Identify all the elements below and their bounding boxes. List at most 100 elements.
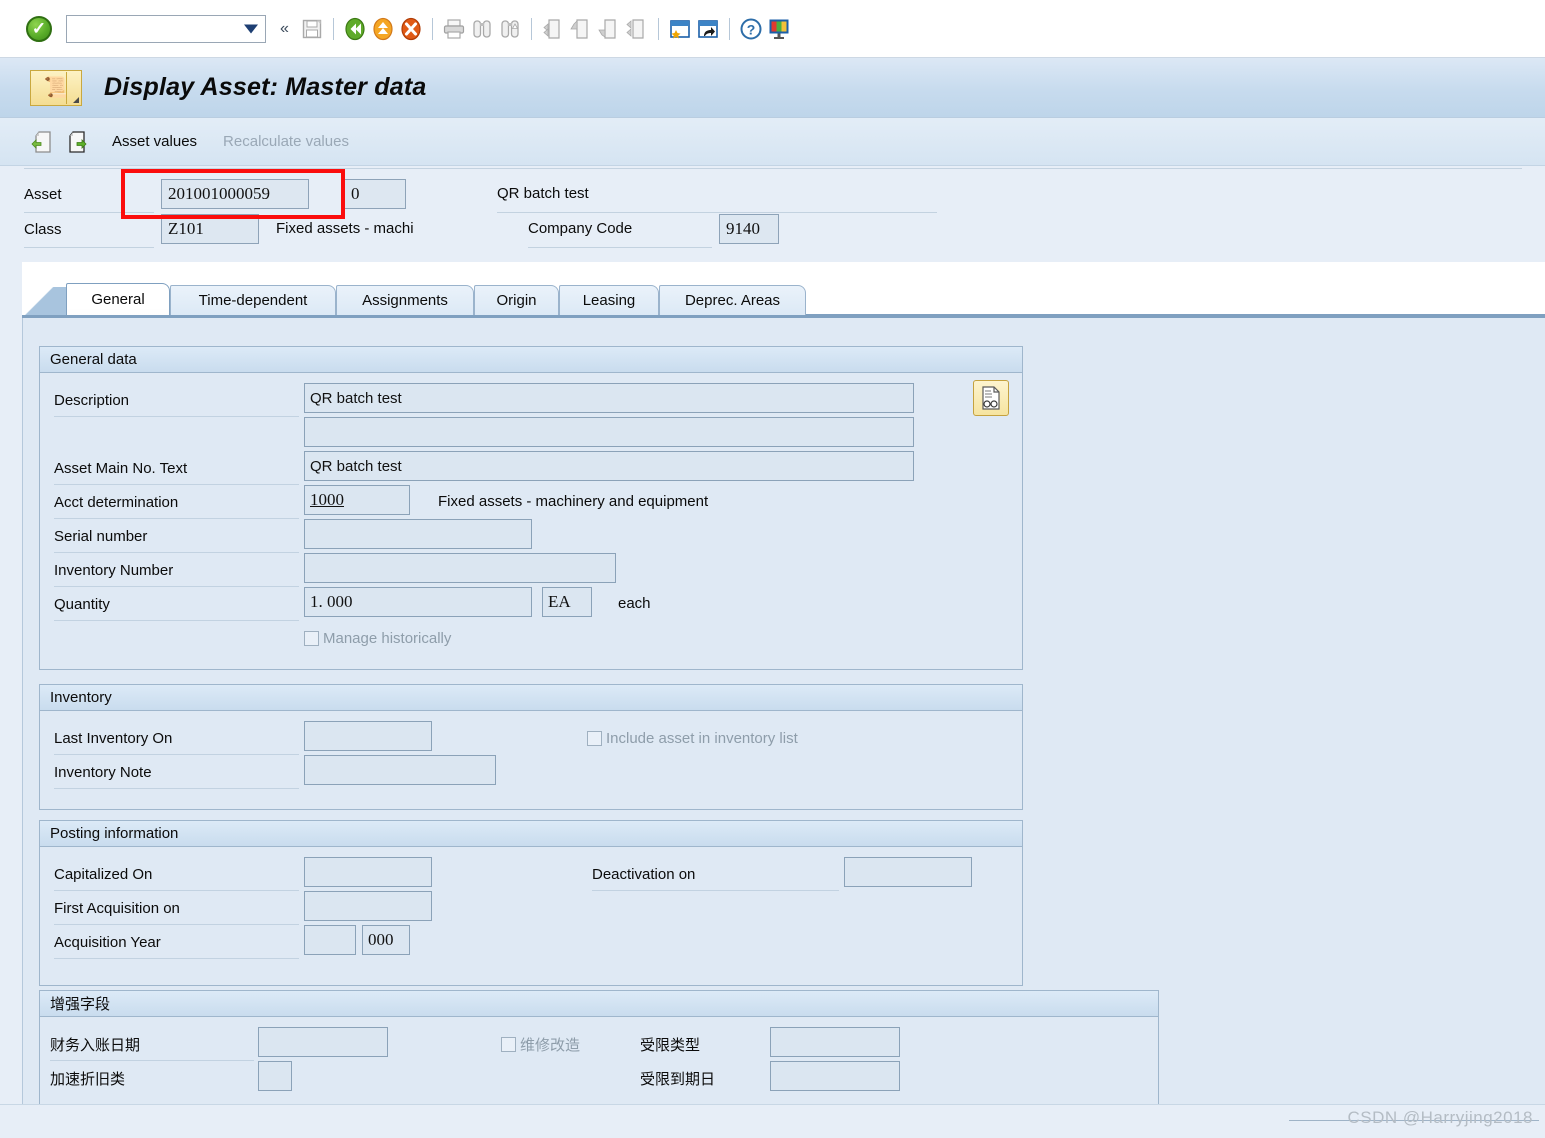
asset-values-button[interactable]: Asset values	[112, 133, 197, 150]
asset-main-no-text-input[interactable]: QR batch test	[304, 451, 914, 481]
restricted-type-row: 受限类型	[640, 1029, 700, 1059]
quantity-input[interactable]: 1. 000	[304, 587, 532, 617]
enter-check-icon[interactable]: ✓	[26, 15, 52, 42]
enhancement-group-title: 增强字段	[40, 991, 1158, 1017]
acquisition-year-row: Acquisition Year	[54, 927, 161, 957]
tab-deprec-areas[interactable]: Deprec. Areas	[659, 285, 806, 315]
tab-general[interactable]: General	[66, 283, 170, 315]
tab-time-dependent[interactable]: Time-dependent	[170, 285, 336, 315]
include-asset-checkbox[interactable]	[587, 730, 602, 746]
svg-text:?: ?	[747, 21, 756, 37]
tab-leasing[interactable]: Leasing	[559, 285, 659, 315]
tab-lead-in	[22, 287, 70, 315]
repair-rebuild-checkbox[interactable]	[501, 1036, 516, 1052]
deactivation-on-input[interactable]	[844, 857, 972, 887]
repair-rebuild-row[interactable]: 维修改造	[501, 1029, 580, 1059]
posting-information-group: Posting information Capitalized On Deact…	[39, 820, 1023, 986]
inventory-number-input[interactable]	[304, 553, 616, 583]
next-page-icon[interactable]	[595, 15, 623, 43]
restricted-expiry-row: 受限到期日	[640, 1063, 715, 1093]
serial-number-row: Serial number	[54, 521, 147, 551]
fin-posting-date-underline	[50, 1060, 254, 1061]
acct-determination-row: Acct determination	[54, 487, 178, 517]
capitalized-on-input[interactable]	[304, 857, 432, 887]
recalculate-values-button: Recalculate values	[223, 133, 349, 150]
acquisition-year-input[interactable]	[304, 925, 356, 955]
include-asset-row[interactable]: Include asset in inventory list	[587, 723, 798, 753]
previous-page-icon[interactable]	[567, 15, 595, 43]
cancel-red-icon[interactable]	[397, 15, 425, 43]
serial-number-input[interactable]	[304, 519, 532, 549]
watermark-text: CSDN @Harryjing2018	[1347, 1108, 1533, 1127]
quantity-label: Quantity	[54, 595, 110, 613]
page-title: Display Asset: Master data	[104, 73, 427, 101]
company-code-field[interactable]: 9140	[719, 214, 779, 244]
first-acquisition-row: First Acquisition on	[54, 893, 180, 923]
inventory-group-title: Inventory	[40, 685, 1022, 711]
restricted-expiry-input[interactable]	[770, 1061, 900, 1091]
first-page-icon[interactable]	[539, 15, 567, 43]
acct-determination-input[interactable]: 1000	[304, 485, 410, 515]
save-icon[interactable]	[298, 15, 326, 43]
command-field[interactable]	[66, 14, 266, 43]
exit-yellow-icon[interactable]	[369, 15, 397, 43]
deactivation-on-underline	[592, 890, 839, 891]
tab-assignments[interactable]: Assignments	[336, 285, 474, 315]
back-green-icon[interactable]	[341, 15, 369, 43]
long-text-icon[interactable]	[973, 380, 1009, 416]
dropdown-corner-icon[interactable]	[73, 96, 79, 103]
asset-main-no-underline	[54, 484, 299, 485]
asset-number-field[interactable]: 201001000059	[161, 179, 309, 209]
customize-layout-icon[interactable]	[765, 15, 793, 43]
class-label: Class	[24, 220, 62, 238]
last-page-icon[interactable]	[623, 15, 651, 43]
acct-determination-text: Fixed assets - machinery and equipment	[438, 493, 709, 510]
create-session-icon[interactable]	[666, 15, 694, 43]
history-back-chevron-icon[interactable]: «	[280, 20, 289, 38]
description-label: Description	[54, 391, 130, 409]
tab-origin[interactable]: Origin	[474, 285, 559, 315]
acquisition-period-input[interactable]: 000	[362, 925, 410, 955]
quantity-unit-input[interactable]: EA	[542, 587, 592, 617]
inventory-number-underline	[54, 586, 299, 587]
find-next-icon[interactable]	[496, 15, 524, 43]
inventory-note-underline	[54, 788, 299, 789]
fin-posting-date-input[interactable]	[258, 1027, 388, 1057]
description-input[interactable]: QR batch test	[304, 383, 914, 413]
capitalized-on-label: Capitalized On	[54, 865, 153, 883]
help-icon[interactable]: ?	[737, 15, 765, 43]
find-icon[interactable]	[468, 15, 496, 43]
tab-origin-label: Origin	[496, 292, 537, 309]
next-asset-icon[interactable]	[64, 127, 94, 157]
chevron-down-icon[interactable]	[244, 24, 258, 33]
class-label-row: Class	[24, 214, 62, 244]
restricted-expiry-label: 受限到期日	[640, 1069, 716, 1088]
manage-historically-checkbox[interactable]	[304, 630, 319, 646]
asset-master-record-icon[interactable]: 📜	[30, 69, 82, 106]
window-title-bar: 📜 Display Asset: Master data	[0, 58, 1545, 118]
print-icon[interactable]	[440, 15, 468, 43]
first-acquisition-on-input[interactable]	[304, 891, 432, 921]
restricted-type-label: 受限类型	[640, 1035, 701, 1054]
manage-historically-row[interactable]: Manage historically	[304, 623, 451, 653]
create-shortcut-icon[interactable]	[694, 15, 722, 43]
asset-description-text: QR batch test	[497, 185, 589, 202]
command-input[interactable]	[67, 15, 265, 42]
accel-depreciation-input[interactable]	[258, 1061, 292, 1091]
previous-asset-icon[interactable]	[28, 127, 58, 157]
description-line2-input[interactable]	[304, 417, 914, 447]
description-underline	[54, 416, 299, 417]
last-inventory-on-label: Last Inventory On	[54, 729, 173, 747]
inventory-note-input[interactable]	[304, 755, 496, 785]
capitalized-on-row: Capitalized On	[54, 859, 152, 889]
fin-posting-date-row: 财务入账日期	[50, 1029, 140, 1059]
serial-number-underline	[54, 552, 299, 553]
inventory-group: Inventory Last Inventory On Include asse…	[39, 684, 1023, 810]
tab-general-label: General	[91, 291, 145, 308]
last-inventory-on-input[interactable]	[304, 721, 432, 751]
deactivation-on-label: Deactivation on	[592, 865, 696, 883]
restricted-type-input[interactable]	[770, 1027, 900, 1057]
asset-class-field[interactable]: Z101	[161, 214, 259, 244]
header-divider	[24, 168, 1522, 169]
asset-subnumber-field[interactable]: 0	[344, 179, 406, 209]
